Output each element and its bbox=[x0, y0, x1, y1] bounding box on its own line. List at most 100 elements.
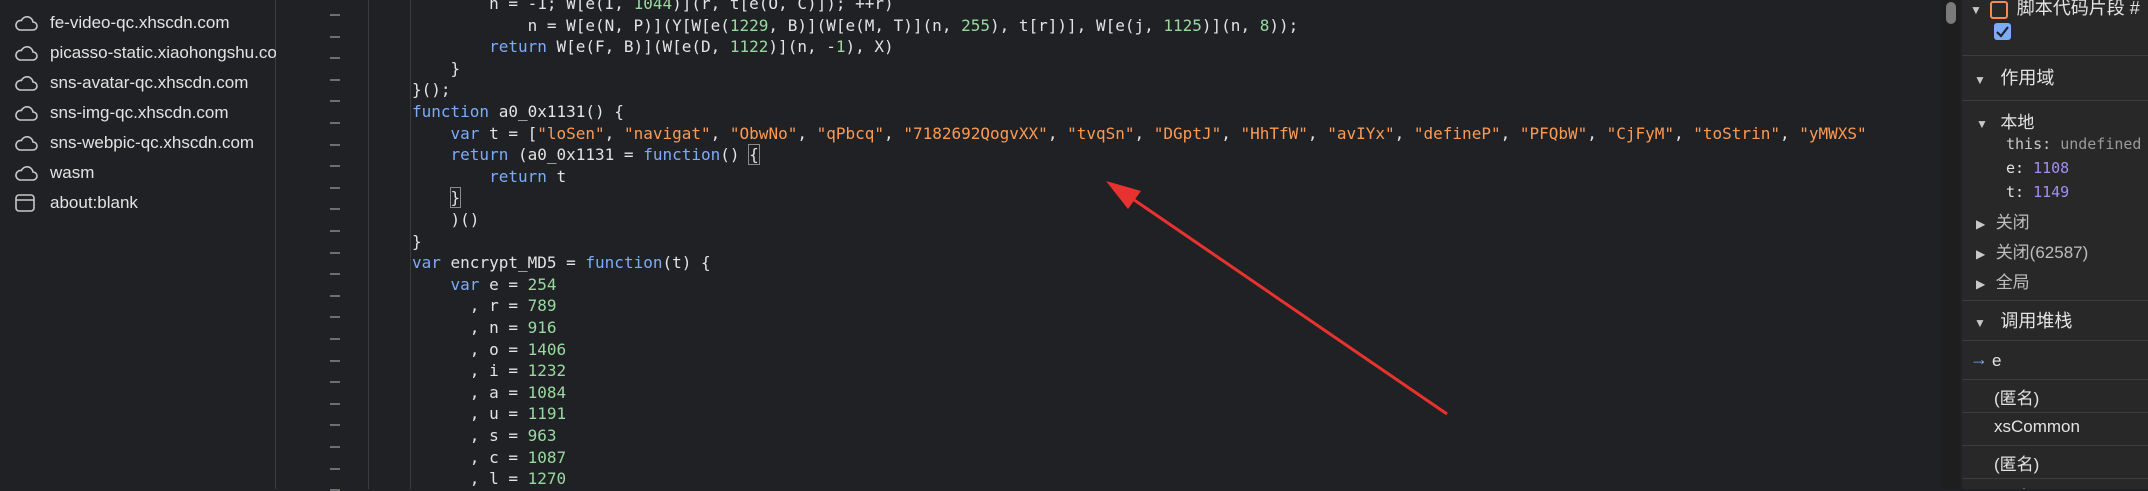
file-navigator: fe-video-qc.xhscdn.com picasso-static.xia… bbox=[0, 0, 277, 489]
collapse-icon: ▼ bbox=[1974, 316, 1986, 330]
code-token: 1229 bbox=[729, 15, 769, 35]
scope-closure[interactable]: ▶ 关闭 bbox=[1976, 208, 2030, 233]
code-editor[interactable]: n = -1; W[e(I, 1044)](r, t[e(O, C)]); ++… bbox=[412, 0, 1942, 489]
file-tree-item[interactable]: sns-img-qc.xhscdn.com bbox=[0, 98, 229, 128]
code-token: "DGptJ" bbox=[1153, 123, 1222, 143]
code-line[interactable]: }(); bbox=[412, 79, 451, 101]
code-token: 1125 bbox=[1163, 15, 1202, 35]
current-frame-arrow-icon: → bbox=[1970, 349, 1988, 369]
line-marker bbox=[330, 424, 340, 427]
fold-gutter bbox=[370, 0, 411, 489]
code-token: 1087 bbox=[527, 447, 567, 467]
divider bbox=[1962, 412, 2148, 413]
callstack-header[interactable]: ▼ 调用堆栈 bbox=[1974, 307, 2072, 333]
debugger-sidebar: ▼ 脚本代码片段 # ▼ 作用域 ▼ 本地 this: undefined e:… bbox=[1962, 0, 2148, 489]
code-line[interactable]: , o = 1406 bbox=[412, 339, 566, 361]
code-line[interactable]: var e = 254 bbox=[412, 274, 557, 296]
line-marker bbox=[330, 122, 340, 124]
code-line[interactable]: var encrypt_MD5 = function(t) { bbox=[412, 252, 711, 274]
callstack-frame[interactable]: (匿名) bbox=[1962, 381, 2148, 413]
callstack-frame[interactable]: (匿名) bbox=[1962, 480, 2148, 489]
callstack-frame[interactable]: xsCommon bbox=[1962, 414, 2148, 446]
code-line[interactable]: , n = 916 bbox=[412, 317, 557, 339]
line-marker bbox=[330, 14, 340, 16]
file-tree-item[interactable]: wasm bbox=[0, 158, 94, 188]
snippet-row[interactable]: ▼ 脚本代码片段 # bbox=[1970, 0, 2140, 20]
scrollbar-thumb[interactable] bbox=[1946, 2, 1956, 24]
code-token: 789 bbox=[527, 296, 557, 316]
file-tree-item[interactable]: fe-video-qc.xhscdn.com bbox=[0, 8, 230, 38]
scope-var-e[interactable]: e: 1108 bbox=[2006, 159, 2069, 177]
code-line[interactable]: )() bbox=[412, 209, 480, 231]
scope-local[interactable]: ▼ 本地 bbox=[1976, 108, 2034, 133]
code-token: ), X) bbox=[845, 37, 894, 57]
line-marker bbox=[330, 35, 340, 38]
file-tree-item-label: sns-img-qc.xhscdn.com bbox=[50, 103, 229, 122]
code-token: n = W[e(N, P)](Y[W[e( bbox=[412, 15, 730, 35]
code-line[interactable]: n = -1; W[e(I, 1044)](r, t[e(O, C)]); ++… bbox=[412, 0, 894, 15]
callstack-frame-label: (匿名) bbox=[1994, 389, 2040, 408]
code-line[interactable]: return (a0_0x1131 = function() { bbox=[412, 144, 760, 166]
code-token: 963 bbox=[527, 426, 557, 445]
scope-var-t[interactable]: t: 1149 bbox=[2006, 183, 2069, 201]
code-line[interactable]: , r = 789 bbox=[412, 295, 557, 317]
line-marker bbox=[330, 316, 340, 319]
code-line[interactable]: } bbox=[412, 58, 461, 80]
code-line[interactable]: return W[e(F, B)](W[e(D, 1122)](n, -1), … bbox=[412, 36, 894, 58]
scope-var-this[interactable]: this: undefined bbox=[2006, 135, 2141, 153]
expand-icon: ▶ bbox=[1976, 217, 1986, 231]
line-marker bbox=[330, 251, 340, 254]
code-line[interactable]: , l = 1270 bbox=[412, 468, 566, 489]
cloud-icon bbox=[14, 103, 42, 123]
code-token: function bbox=[412, 102, 490, 121]
collapse-icon: ▼ bbox=[1976, 117, 1988, 131]
expand-icon[interactable]: ▼ bbox=[1970, 3, 1982, 17]
code-line[interactable]: n = W[e(N, P)](Y[W[e(1229, B)](W[e(M, T)… bbox=[412, 15, 1299, 37]
file-tree-item-label: fe-video-qc.xhscdn.com bbox=[50, 13, 230, 32]
code-token: , o = bbox=[412, 339, 528, 359]
code-token: , B)](W[e(M, T)](n, bbox=[768, 15, 962, 35]
code-token: , bbox=[1394, 123, 1414, 143]
file-tree-item[interactable]: picasso-static.xiaohongshu.co bbox=[0, 38, 277, 68]
code-line[interactable]: function a0_0x1131() { bbox=[412, 101, 624, 123]
code-token: , bbox=[1587, 123, 1607, 143]
code-line[interactable]: var t = ["loSen", "navigat", "ObwNo", "q… bbox=[412, 123, 1867, 145]
code-line[interactable]: } bbox=[412, 231, 422, 253]
code-token: , r = bbox=[412, 296, 528, 316]
code-token: encrypt_MD5 = bbox=[440, 253, 586, 273]
code-line[interactable]: return t bbox=[412, 166, 566, 188]
file-tree-item[interactable]: sns-webpic-qc.xhscdn.com bbox=[0, 128, 254, 158]
line-marker bbox=[330, 273, 340, 276]
code-token: n = -1; W[e(I, bbox=[412, 0, 634, 13]
callstack-frame[interactable]: (匿名) bbox=[1962, 447, 2148, 479]
file-tree-item[interactable]: sns-avatar-qc.xhscdn.com bbox=[0, 68, 248, 98]
line-marker bbox=[330, 294, 340, 297]
callstack-frame[interactable]: → e bbox=[1962, 348, 2148, 380]
code-token: , s = bbox=[412, 426, 528, 445]
code-line[interactable]: , i = 1232 bbox=[412, 360, 566, 382]
code-line[interactable]: , s = 963 bbox=[412, 425, 557, 447]
code-token: , c = bbox=[412, 447, 528, 467]
code-token: "ObwNo" bbox=[729, 123, 798, 143]
file-tree-item[interactable]: about:blank bbox=[0, 188, 138, 218]
breakpoint-checkbox[interactable] bbox=[1994, 23, 2011, 40]
code-line[interactable]: } bbox=[412, 187, 462, 209]
code-token: } bbox=[449, 187, 462, 209]
code-token: )() bbox=[412, 210, 480, 229]
code-token: , u = bbox=[412, 404, 528, 424]
code-line[interactable]: , u = 1191 bbox=[412, 403, 566, 425]
code-line[interactable]: , c = 1087 bbox=[412, 447, 566, 469]
code-token: t = [ bbox=[479, 123, 538, 143]
code-line[interactable]: , a = 1084 bbox=[412, 382, 566, 404]
file-tree-item-label: wasm bbox=[50, 163, 95, 182]
editor-scrollbar[interactable] bbox=[1942, 0, 1960, 489]
code-token: 916 bbox=[527, 318, 557, 337]
scope-header[interactable]: ▼ 作用域 bbox=[1974, 64, 2054, 90]
code-token: W[e(F, B)](W[e(D, bbox=[546, 37, 730, 57]
code-token: function bbox=[585, 253, 663, 273]
scope-closure-62587[interactable]: ▶ 关闭(62587) bbox=[1976, 238, 2088, 263]
scope-global[interactable]: ▶ 全局 bbox=[1976, 268, 2030, 293]
